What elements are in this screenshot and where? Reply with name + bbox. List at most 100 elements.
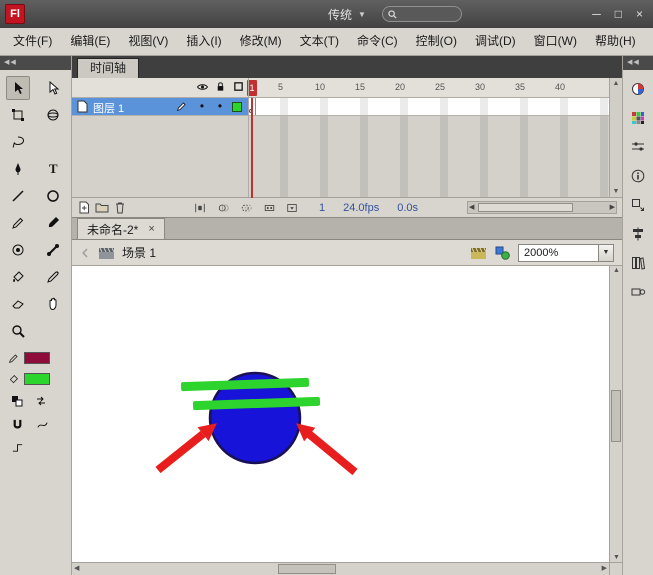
scene-label[interactable]: 场景 1 xyxy=(122,244,156,261)
scroll-up-icon[interactable]: ▲ xyxy=(613,267,620,274)
zoom-tool[interactable] xyxy=(6,319,30,343)
zoom-dropdown[interactable]: 2000% ▼ xyxy=(518,243,614,262)
scroll-up-icon[interactable]: ▲ xyxy=(613,80,620,87)
swatches-panel-button[interactable] xyxy=(627,108,649,128)
new-layer-button[interactable] xyxy=(75,200,93,216)
scroll-left-icon[interactable]: ◀ xyxy=(74,564,79,572)
stage-vertical-scrollbar[interactable]: ▲ ▼ xyxy=(609,266,622,562)
back-arrow-icon[interactable] xyxy=(80,247,91,259)
eraser-tool[interactable] xyxy=(6,292,30,316)
selection-tool[interactable] xyxy=(5,75,30,100)
delete-layer-button[interactable] xyxy=(111,200,129,216)
menu-modify[interactable]: 修改(M) xyxy=(231,28,291,55)
bone-tool[interactable] xyxy=(41,238,65,262)
oval-tool[interactable] xyxy=(41,184,65,208)
close-button[interactable]: × xyxy=(636,7,643,21)
stage-arrow-right[interactable] xyxy=(296,423,358,476)
timeline-tab[interactable]: 时间轴 xyxy=(77,58,140,78)
scroll-down-icon[interactable]: ▼ xyxy=(613,554,620,561)
tools-collapse-bar[interactable]: ◀◀ xyxy=(0,56,71,70)
scroll-right-icon[interactable]: ▶ xyxy=(610,203,615,211)
stage-canvas[interactable] xyxy=(72,266,609,562)
layer-frames[interactable] xyxy=(248,98,609,115)
zoom-dropdown-arrow-icon[interactable]: ▼ xyxy=(598,244,613,261)
lasso-tool[interactable] xyxy=(6,130,30,154)
transform-panel-button[interactable] xyxy=(627,195,649,215)
menu-window[interactable]: 窗口(W) xyxy=(525,28,586,55)
timeline-scroll-thumb[interactable] xyxy=(478,203,573,212)
scroll-left-icon[interactable]: ◀ xyxy=(469,203,474,211)
library-panel-button[interactable] xyxy=(627,253,649,273)
snap-magnet-icon[interactable] xyxy=(11,418,24,431)
stroke-color-swatch[interactable] xyxy=(24,352,50,364)
pencil-tool[interactable] xyxy=(6,211,30,235)
pen-tool[interactable] xyxy=(6,157,30,181)
stage-horizontal-scrollbar[interactable]: ◀ ▶ xyxy=(72,562,609,575)
timeline-header[interactable]: 5 10 15 20 25 30 35 40 1 xyxy=(72,78,609,98)
onion-skin-outlines-button[interactable] xyxy=(237,200,255,216)
subselection-tool[interactable] xyxy=(41,76,65,100)
frame-rate-value[interactable]: 24.0fps xyxy=(343,202,379,214)
free-transform-tool[interactable] xyxy=(6,103,30,127)
menu-view[interactable]: 视图(V) xyxy=(119,28,177,55)
menu-control[interactable]: 控制(O) xyxy=(407,28,466,55)
lock-column-icon[interactable] xyxy=(212,81,228,95)
scroll-down-icon[interactable]: ▼ xyxy=(613,188,620,195)
default-colors-icon[interactable] xyxy=(11,395,23,407)
info-panel-button[interactable] xyxy=(627,166,649,186)
onion-skin-button[interactable] xyxy=(214,200,232,216)
document-close-icon[interactable]: × xyxy=(148,223,154,235)
zoom-value[interactable]: 2000% xyxy=(519,245,598,261)
timeline-horizontal-scrollbar[interactable]: ◀ ▶ xyxy=(467,201,617,214)
line-tool[interactable] xyxy=(6,184,30,208)
new-folder-button[interactable] xyxy=(93,200,111,216)
stage-vscroll-thumb[interactable] xyxy=(611,390,621,442)
minimize-button[interactable]: ─ xyxy=(592,7,601,21)
layer-visible-dot[interactable]: • xyxy=(194,99,210,113)
outline-column-icon[interactable] xyxy=(230,81,246,95)
properties-panel-button[interactable] xyxy=(627,137,649,157)
hand-tool[interactable] xyxy=(41,292,65,316)
rotation-3d-tool[interactable] xyxy=(41,103,65,127)
menu-text[interactable]: 文本(T) xyxy=(291,28,348,55)
timeline-vertical-scrollbar[interactable]: ▲ ▼ xyxy=(609,78,622,197)
menu-help[interactable]: 帮助(H) xyxy=(586,28,645,55)
menu-file[interactable]: 文件(F) xyxy=(4,28,61,55)
text-tool[interactable]: T xyxy=(41,157,65,181)
stroke-color-control[interactable] xyxy=(8,350,71,366)
stage-arrow-left[interactable] xyxy=(155,423,217,474)
show-hide-column-icon[interactable] xyxy=(194,81,210,95)
panels-collapse-bar[interactable]: ◀◀ xyxy=(623,56,653,70)
center-frame-button[interactable] xyxy=(191,200,209,216)
straighten-icon[interactable] xyxy=(11,441,24,454)
maximize-button[interactable]: □ xyxy=(615,7,622,21)
layer-row-left[interactable]: 图层 1 • • xyxy=(72,98,248,115)
menu-debug[interactable]: 调试(D) xyxy=(466,28,525,55)
fill-color-swatch[interactable] xyxy=(24,373,50,385)
smooth-curve-icon[interactable] xyxy=(36,418,49,431)
layer-outline-swatch[interactable] xyxy=(232,102,242,112)
menu-edit[interactable]: 编辑(E) xyxy=(61,28,119,55)
swap-colors-icon[interactable] xyxy=(35,395,47,407)
paint-bucket-tool[interactable] xyxy=(6,265,30,289)
search-input[interactable] xyxy=(399,8,456,20)
deco-tool[interactable] xyxy=(6,238,30,262)
scroll-right-icon[interactable]: ▶ xyxy=(602,564,607,572)
menu-commands[interactable]: 命令(C) xyxy=(348,28,407,55)
color-panel-button[interactable] xyxy=(627,79,649,99)
eyedropper-tool[interactable] xyxy=(41,265,65,289)
components-panel-button[interactable] xyxy=(627,282,649,302)
modify-markers-button[interactable] xyxy=(283,200,301,216)
layer-row[interactable]: 图层 1 • • xyxy=(72,98,609,116)
fill-color-control[interactable] xyxy=(8,371,71,387)
edit-symbols-button[interactable] xyxy=(495,246,510,260)
menu-insert[interactable]: 插入(I) xyxy=(177,28,230,55)
document-tab[interactable]: 未命名-2* × xyxy=(77,218,165,239)
align-panel-button[interactable] xyxy=(627,224,649,244)
edit-scene-button[interactable] xyxy=(470,246,487,260)
workspace-switcher[interactable]: 传统 ▼ xyxy=(328,6,366,23)
layer-name[interactable]: 图层 1 xyxy=(93,100,124,116)
brush-tool[interactable] xyxy=(41,211,65,235)
search-box[interactable] xyxy=(381,6,462,22)
edit-multiple-frames-button[interactable] xyxy=(260,200,278,216)
